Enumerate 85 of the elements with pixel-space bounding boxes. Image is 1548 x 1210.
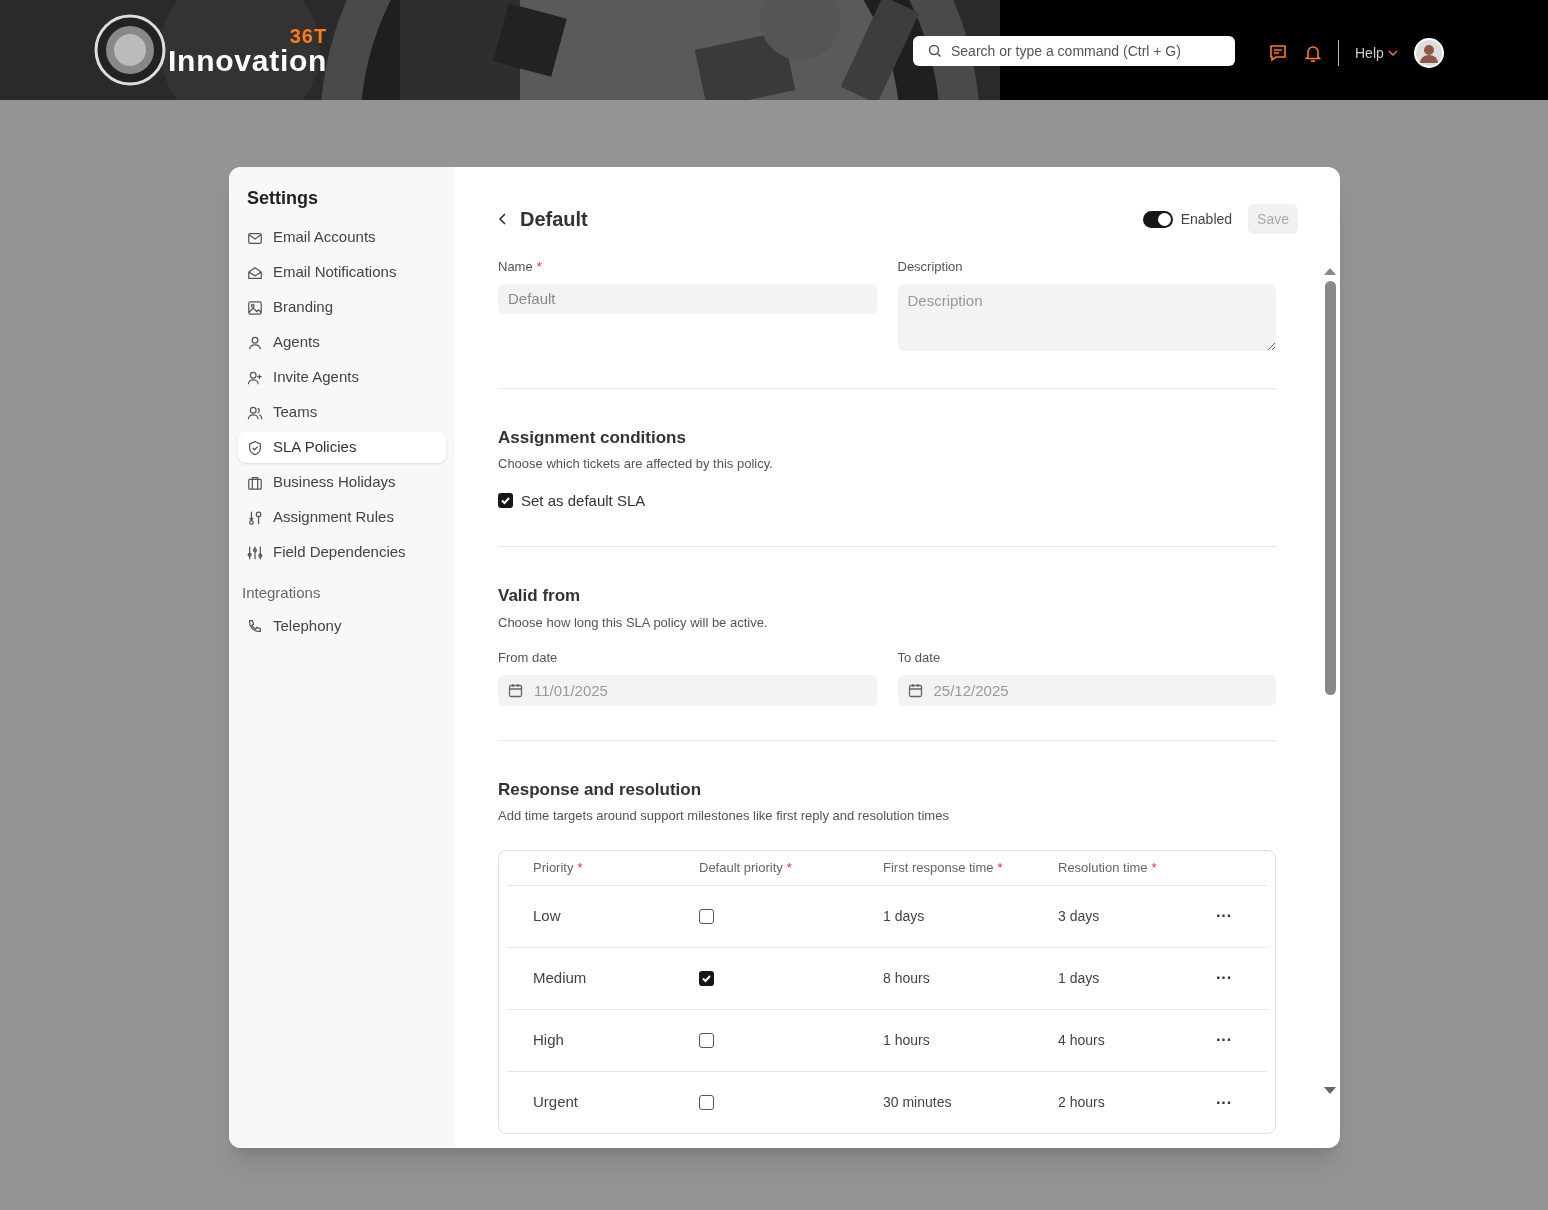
emblem-icon (94, 14, 166, 86)
sliders-icon (247, 544, 263, 561)
required-mark: * (786, 858, 792, 877)
checkbox[interactable] (699, 908, 714, 924)
avatar[interactable] (1413, 38, 1444, 68)
toggle-label: Enabled (1180, 209, 1233, 229)
sidebar-item[interactable]: Invite Agents (238, 362, 446, 393)
more-button[interactable]: ··· (1216, 904, 1232, 928)
table-cell-text: Low (532, 905, 562, 926)
logo-mark: 36T (289, 26, 328, 46)
sidebar-item[interactable]: Field Dependencies (238, 537, 446, 568)
table-cell-text: High (532, 1029, 565, 1050)
section-title: Valid from (498, 585, 582, 607)
table-cell-text: 3 days (1058, 906, 1101, 926)
section-subtitle: Choose which tickets are affected by this policy. (498, 455, 774, 473)
checkbox[interactable] (699, 970, 714, 986)
scrollbar-thumb[interactable] (1324, 281, 1336, 695)
section-title: Response and resolution (498, 778, 703, 801)
more-button[interactable]: ··· (1216, 1028, 1232, 1052)
sidebar-item[interactable]: Telephony (238, 610, 446, 642)
chat-icon[interactable] (1268, 43, 1288, 63)
sidebar-item[interactable]: Agents (238, 327, 446, 358)
checkbox-label: Set as default SLA (521, 490, 646, 511)
more-button[interactable]: ··· (1216, 1090, 1232, 1115)
enabled-toggle[interactable] (1142, 210, 1173, 228)
phone-icon (247, 618, 263, 634)
calendar-icon (907, 682, 923, 698)
field-label: Name (498, 259, 533, 274)
table-cell-text: Urgent (532, 1092, 580, 1113)
briefcase-icon (247, 474, 263, 491)
table-cell-text: Medium (532, 967, 588, 988)
add-user-icon (247, 369, 263, 386)
column-header: Priority (533, 858, 574, 877)
table-cell-text: 1 days (883, 906, 926, 926)
sort-icon (247, 509, 263, 526)
table-cell-text: 4 hours (1058, 1030, 1106, 1050)
users-icon (247, 404, 263, 421)
help-menu[interactable]: Help (1355, 42, 1398, 64)
scroll-down-icon[interactable] (1324, 1087, 1336, 1095)
shield-icon (247, 439, 263, 456)
column-header: First response time (883, 858, 994, 877)
sidebar-item[interactable]: SLA Policies (238, 432, 446, 463)
description-field[interactable]: Description (897, 283, 1276, 351)
open-envelope-icon (247, 264, 263, 281)
image-icon (247, 299, 263, 316)
more-button[interactable]: ··· (1216, 966, 1232, 990)
column-header: Default priority (699, 858, 783, 877)
sidebar-title: Settings (246, 187, 319, 210)
checkbox[interactable] (498, 493, 513, 509)
field-label: Description (897, 259, 963, 274)
checkbox[interactable] (699, 1032, 714, 1048)
check-icon (500, 495, 511, 507)
logo-name: Innovation (168, 44, 328, 77)
search-field[interactable]: Search or type a command (Ctrl + G) (913, 36, 1235, 66)
sidebar-item[interactable]: Teams (238, 397, 446, 428)
required-mark: * (1151, 858, 1157, 877)
checkbox[interactable] (699, 1095, 714, 1110)
back-icon[interactable] (498, 212, 508, 226)
required-mark: * (536, 259, 542, 274)
section-subtitle: Choose how long this SLA policy will be active. (498, 613, 769, 632)
section-heading: Integrations (241, 583, 322, 603)
sidebar-item[interactable]: Branding (238, 292, 446, 323)
user-icon (247, 334, 263, 351)
field-label: To date (897, 649, 942, 667)
required-mark: * (997, 858, 1003, 877)
section-subtitle: Add time targets around support milestones like first reply and resolution times (498, 807, 950, 825)
caret-icon (1387, 50, 1398, 56)
table-cell-text: 30 minutes (883, 1093, 953, 1112)
column-header: Resolution time (1058, 858, 1148, 877)
table-cell-text: 2 hours (1058, 1093, 1106, 1112)
sidebar-item[interactable]: Business Holidays (238, 467, 446, 498)
sidebar-item[interactable]: Assignment Rules (238, 502, 446, 533)
section-title: Assignment conditions (498, 426, 687, 449)
table-cell-text: 1 days (1058, 968, 1101, 988)
required-mark: * (577, 858, 583, 877)
field-label: From date (498, 649, 559, 667)
bell-icon[interactable] (1304, 43, 1322, 63)
scroll-up-icon[interactable] (1324, 267, 1336, 275)
sidebar-item[interactable]: Email Accounts (238, 222, 446, 253)
policy-title: Default (520, 207, 588, 232)
sidebar-item[interactable]: Email Notifications (238, 257, 446, 288)
search-icon (928, 44, 942, 58)
calendar-icon (508, 682, 523, 698)
table-cell-text: 1 hours (883, 1030, 931, 1050)
table-cell-text: 8 hours (883, 968, 931, 988)
